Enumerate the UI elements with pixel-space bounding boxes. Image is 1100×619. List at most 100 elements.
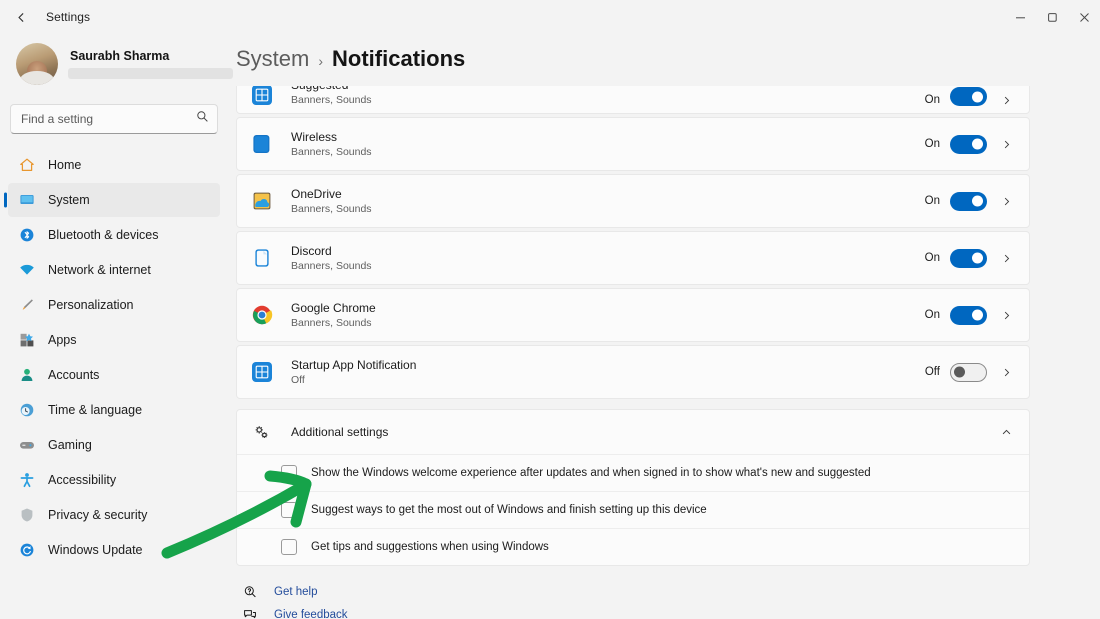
- sidebar-item-apps[interactable]: Apps: [8, 323, 220, 357]
- sidebar-item-windows-update[interactable]: Windows Update: [8, 533, 220, 567]
- notification-toggle[interactable]: [950, 87, 987, 106]
- checkbox-label: Get tips and suggestions when using Wind…: [311, 541, 549, 553]
- person-icon: [18, 367, 35, 384]
- paintbrush-icon: [18, 297, 35, 314]
- sidebar-item-label: Accessibility: [48, 473, 117, 487]
- additional-settings-title: Additional settings: [291, 425, 389, 439]
- give-feedback-link[interactable]: Give feedback: [236, 608, 1030, 619]
- checkbox-row-suggest-ways[interactable]: Suggest ways to get the most out of Wind…: [237, 491, 1029, 528]
- sidebar-item-accessibility[interactable]: Accessibility: [8, 463, 220, 497]
- maximize-button[interactable]: [1036, 0, 1068, 34]
- status-badge: On: [924, 138, 940, 150]
- profile-email-redacted: [68, 68, 233, 79]
- app-name: Suggested: [291, 86, 925, 92]
- discord-icon: [251, 247, 273, 269]
- window-controls: [1004, 0, 1100, 34]
- search-input[interactable]: [10, 104, 218, 134]
- chevron-right-icon[interactable]: [995, 95, 1017, 106]
- app-text: Suggested Banners, Sounds: [291, 86, 925, 106]
- gears-icon: [251, 424, 271, 441]
- checkbox[interactable]: [281, 539, 297, 555]
- sidebar-item-home[interactable]: Home: [8, 148, 220, 182]
- onedrive-icon: [251, 190, 273, 212]
- sidebar: Saurabh Sharma Home: [0, 34, 233, 619]
- wireless-app-icon: [251, 133, 273, 155]
- status-badge: Off: [924, 366, 940, 378]
- accessibility-person-icon: [18, 472, 35, 489]
- avatar: [16, 43, 58, 85]
- close-button[interactable]: [1068, 0, 1100, 34]
- app-subtitle: Banners, Sounds: [291, 94, 372, 106]
- app-name: Startup App Notification: [291, 358, 417, 372]
- checkbox-label: Show the Windows welcome experience afte…: [311, 467, 871, 479]
- table-row[interactable]: OneDrive Banners, Sounds On: [237, 175, 1029, 227]
- chevron-right-icon[interactable]: [995, 253, 1017, 264]
- minimize-button[interactable]: [1004, 0, 1036, 34]
- app-text: Discord Banners, Sounds: [291, 244, 925, 272]
- notification-toggle[interactable]: [950, 362, 987, 382]
- sidebar-item-label: Time & language: [48, 403, 143, 417]
- app-notification-card: Suggested Banners, Sounds On: [236, 86, 1030, 114]
- apps-grid-icon: [18, 332, 35, 349]
- checkbox[interactable]: [281, 465, 297, 481]
- notification-toggle[interactable]: [950, 248, 987, 268]
- breadcrumb-parent[interactable]: System: [236, 46, 309, 72]
- sidebar-item-gaming[interactable]: Gaming: [8, 428, 220, 462]
- chevron-right-icon[interactable]: [995, 310, 1017, 321]
- chevron-right-icon[interactable]: [995, 196, 1017, 207]
- titlebar-title: Settings: [46, 10, 91, 24]
- sidebar-nav: Home System Bluetooth & devices Network …: [8, 148, 220, 567]
- app-notification-card: Startup App Notification Off Off: [236, 345, 1030, 399]
- settings-window: Settings Saurabh Sharma Find a setting H…: [0, 0, 1100, 619]
- user-profile[interactable]: Saurabh Sharma: [8, 34, 233, 92]
- settings-scroll-area: Suggested Banners, Sounds On: [236, 86, 1100, 619]
- notification-toggle[interactable]: [950, 134, 987, 154]
- chrome-icon: [251, 304, 273, 326]
- app-subtitle: Banners, Sounds: [291, 260, 372, 272]
- notification-toggle[interactable]: [950, 305, 987, 325]
- table-row[interactable]: Suggested Banners, Sounds On: [237, 86, 1029, 113]
- sidebar-item-label: Personalization: [48, 298, 134, 312]
- update-refresh-icon: [18, 542, 35, 559]
- checkbox-row-welcome-experience[interactable]: Show the Windows welcome experience afte…: [237, 454, 1029, 491]
- app-subtitle: Banners, Sounds: [291, 317, 372, 329]
- sidebar-item-privacy-security[interactable]: Privacy & security: [8, 498, 220, 532]
- sidebar-item-accounts[interactable]: Accounts: [8, 358, 220, 392]
- sidebar-item-label: Windows Update: [48, 543, 143, 557]
- sidebar-item-label: Network & internet: [48, 263, 151, 277]
- profile-name: Saurabh Sharma: [70, 49, 170, 63]
- table-row[interactable]: Wireless Banners, Sounds On: [237, 118, 1029, 170]
- app-subtitle: Off: [291, 374, 305, 386]
- get-help-link[interactable]: Get help: [236, 585, 1030, 599]
- chevron-right-icon[interactable]: [995, 139, 1017, 150]
- chevron-up-icon[interactable]: [995, 427, 1017, 438]
- chevron-right-icon[interactable]: [995, 367, 1017, 378]
- status-badge: On: [924, 309, 940, 321]
- sidebar-item-system[interactable]: System: [8, 183, 220, 217]
- windows-grid-icon: [251, 361, 273, 383]
- status-badge: On: [924, 252, 940, 264]
- app-text: Startup App Notification Off: [291, 358, 925, 386]
- link-label: Give feedback: [274, 609, 348, 619]
- sidebar-item-personalization[interactable]: Personalization: [8, 288, 220, 322]
- checkbox[interactable]: [281, 502, 297, 518]
- table-row[interactable]: Discord Banners, Sounds On: [237, 232, 1029, 284]
- sidebar-item-label: Apps: [48, 333, 77, 347]
- notification-toggle[interactable]: [950, 191, 987, 211]
- gamepad-icon: [18, 437, 35, 454]
- sidebar-item-label: Home: [48, 158, 82, 172]
- window-body: Saurabh Sharma Home: [0, 34, 1100, 619]
- sidebar-item-time-language[interactable]: Time & language: [8, 393, 220, 427]
- back-arrow-icon[interactable]: [6, 2, 36, 32]
- additional-settings-header[interactable]: Additional settings: [237, 410, 1029, 454]
- app-text: Wireless Banners, Sounds: [291, 130, 925, 158]
- link-label: Get help: [274, 586, 318, 598]
- sidebar-item-label: Bluetooth & devices: [48, 228, 159, 242]
- sidebar-item-bluetooth-devices[interactable]: Bluetooth & devices: [8, 218, 220, 252]
- checkbox-row-tips-suggestions[interactable]: Get tips and suggestions when using Wind…: [237, 528, 1029, 565]
- sidebar-item-network-internet[interactable]: Network & internet: [8, 253, 220, 287]
- sidebar-item-label: Privacy & security: [48, 508, 148, 522]
- table-row[interactable]: Startup App Notification Off Off: [237, 346, 1029, 398]
- table-row[interactable]: Google Chrome Banners, Sounds On: [237, 289, 1029, 341]
- titlebar: Settings: [0, 0, 1100, 34]
